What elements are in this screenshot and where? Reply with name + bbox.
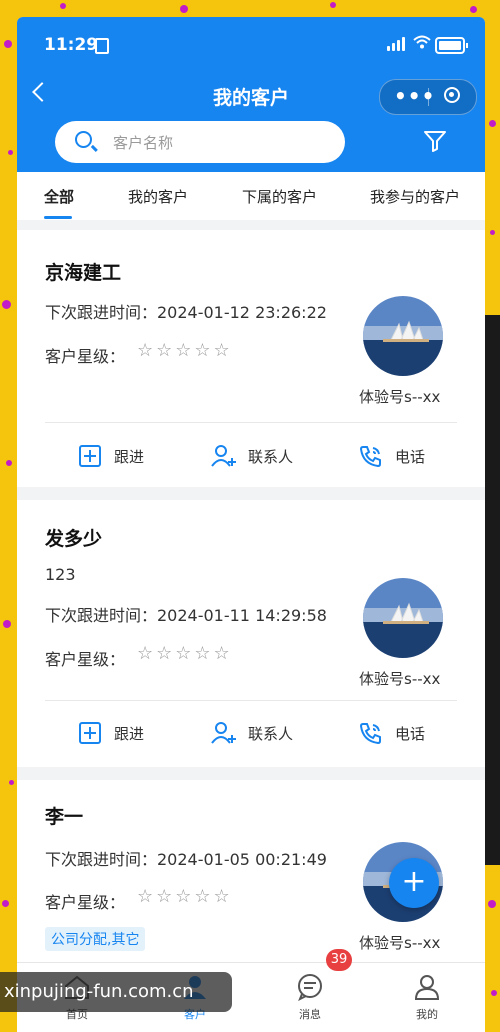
active-tab-indicator bbox=[44, 216, 72, 219]
add-customer-fab[interactable]: + bbox=[389, 858, 439, 908]
app-header: 11:29 我的客户 ••• bbox=[17, 17, 485, 172]
add-contact-icon[interactable] bbox=[211, 721, 237, 749]
tabbar-mine[interactable]: 我的 bbox=[397, 973, 457, 1021]
card-divider bbox=[45, 422, 457, 423]
wifi-icon bbox=[413, 35, 431, 53]
profile-icon bbox=[414, 975, 440, 1000]
call-button[interactable]: 电话 bbox=[395, 446, 425, 467]
phone-screen: 11:29 我的客户 ••• 全部 我的客户 下属的客户 bbox=[17, 17, 485, 1032]
customer-card[interactable]: 发多少 123 下次跟进时间：2024-01-11 14:29:58 客户星级：… bbox=[17, 500, 485, 767]
customer-tag: 公司分配,其它 bbox=[45, 927, 146, 951]
owner-name: 体验号s--xx bbox=[359, 670, 441, 688]
tabbar-mine-label: 我的 bbox=[416, 1008, 438, 1021]
customer-name: 发多少 bbox=[45, 528, 103, 550]
sim-icon bbox=[95, 38, 109, 54]
star-label: 客户星级： bbox=[45, 893, 126, 912]
filter-icon[interactable] bbox=[423, 129, 447, 157]
owner-name: 体验号s--xx bbox=[359, 388, 441, 406]
add-follow-icon[interactable] bbox=[79, 722, 101, 748]
contact-button[interactable]: 联系人 bbox=[248, 446, 293, 467]
close-target-icon[interactable] bbox=[444, 87, 460, 103]
star-rating: ☆☆☆☆☆ bbox=[137, 643, 233, 664]
next-followup-time: 下次跟进时间：2024-01-12 23:26:22 bbox=[45, 303, 327, 322]
customer-avatar bbox=[363, 578, 443, 658]
battery-icon bbox=[435, 37, 468, 54]
tab-subordinate-customers[interactable]: 下属的客户 bbox=[242, 186, 317, 207]
miniprogram-capsule: ••• bbox=[379, 79, 477, 115]
tabbar-messages[interactable]: 消息 bbox=[280, 973, 340, 1021]
customer-card[interactable]: 京海建工 下次跟进时间：2024-01-12 23:26:22 客户星级： ☆☆… bbox=[17, 230, 485, 487]
tab-all[interactable]: 全部 bbox=[44, 186, 74, 207]
search-box bbox=[55, 121, 345, 163]
background-edge bbox=[485, 315, 500, 865]
call-button[interactable]: 电话 bbox=[395, 723, 425, 744]
tab-bar-top: 全部 我的客户 下属的客户 我参与的客户 bbox=[17, 172, 485, 220]
star-label: 客户星级： bbox=[45, 347, 126, 366]
customer-avatar bbox=[363, 296, 443, 376]
search-input[interactable] bbox=[111, 129, 335, 157]
status-time: 11:29 bbox=[44, 35, 99, 55]
customer-name: 京海建工 bbox=[45, 262, 122, 284]
search-icon bbox=[75, 131, 92, 148]
follow-button[interactable]: 跟进 bbox=[114, 723, 144, 744]
add-follow-icon[interactable] bbox=[79, 445, 101, 471]
next-followup-time: 下次跟进时间：2024-01-05 00:21:49 bbox=[45, 850, 327, 869]
add-contact-icon[interactable] bbox=[211, 444, 237, 472]
more-dots-icon[interactable]: ••• bbox=[394, 84, 435, 108]
capsule-divider bbox=[428, 88, 429, 106]
customer-name: 李一 bbox=[45, 806, 84, 828]
phone-icon[interactable] bbox=[359, 444, 383, 472]
star-rating: ☆☆☆☆☆ bbox=[137, 340, 233, 361]
message-icon bbox=[298, 974, 322, 1002]
card-divider bbox=[45, 700, 457, 701]
phone-icon[interactable] bbox=[359, 721, 383, 749]
tabbar-messages-label: 消息 bbox=[299, 1008, 321, 1021]
contact-button[interactable]: 联系人 bbox=[248, 723, 293, 744]
signal-icon bbox=[387, 37, 407, 51]
owner-name: 体验号s--xx bbox=[359, 934, 441, 952]
star-rating: ☆☆☆☆☆ bbox=[137, 886, 233, 907]
tab-participating-customers[interactable]: 我参与的客户 bbox=[370, 186, 460, 207]
star-label: 客户星级： bbox=[45, 650, 126, 669]
tab-my-customers[interactable]: 我的客户 bbox=[128, 186, 188, 207]
next-followup-time: 下次跟进时间：2024-01-11 14:29:58 bbox=[45, 606, 327, 625]
watermark: xinpujing-fun.com.cn bbox=[0, 972, 232, 1012]
follow-button[interactable]: 跟进 bbox=[114, 446, 144, 467]
messages-unread-badge: 39 bbox=[326, 949, 352, 971]
customer-note: 123 bbox=[45, 565, 76, 584]
status-bar: 11:29 bbox=[17, 17, 485, 67]
